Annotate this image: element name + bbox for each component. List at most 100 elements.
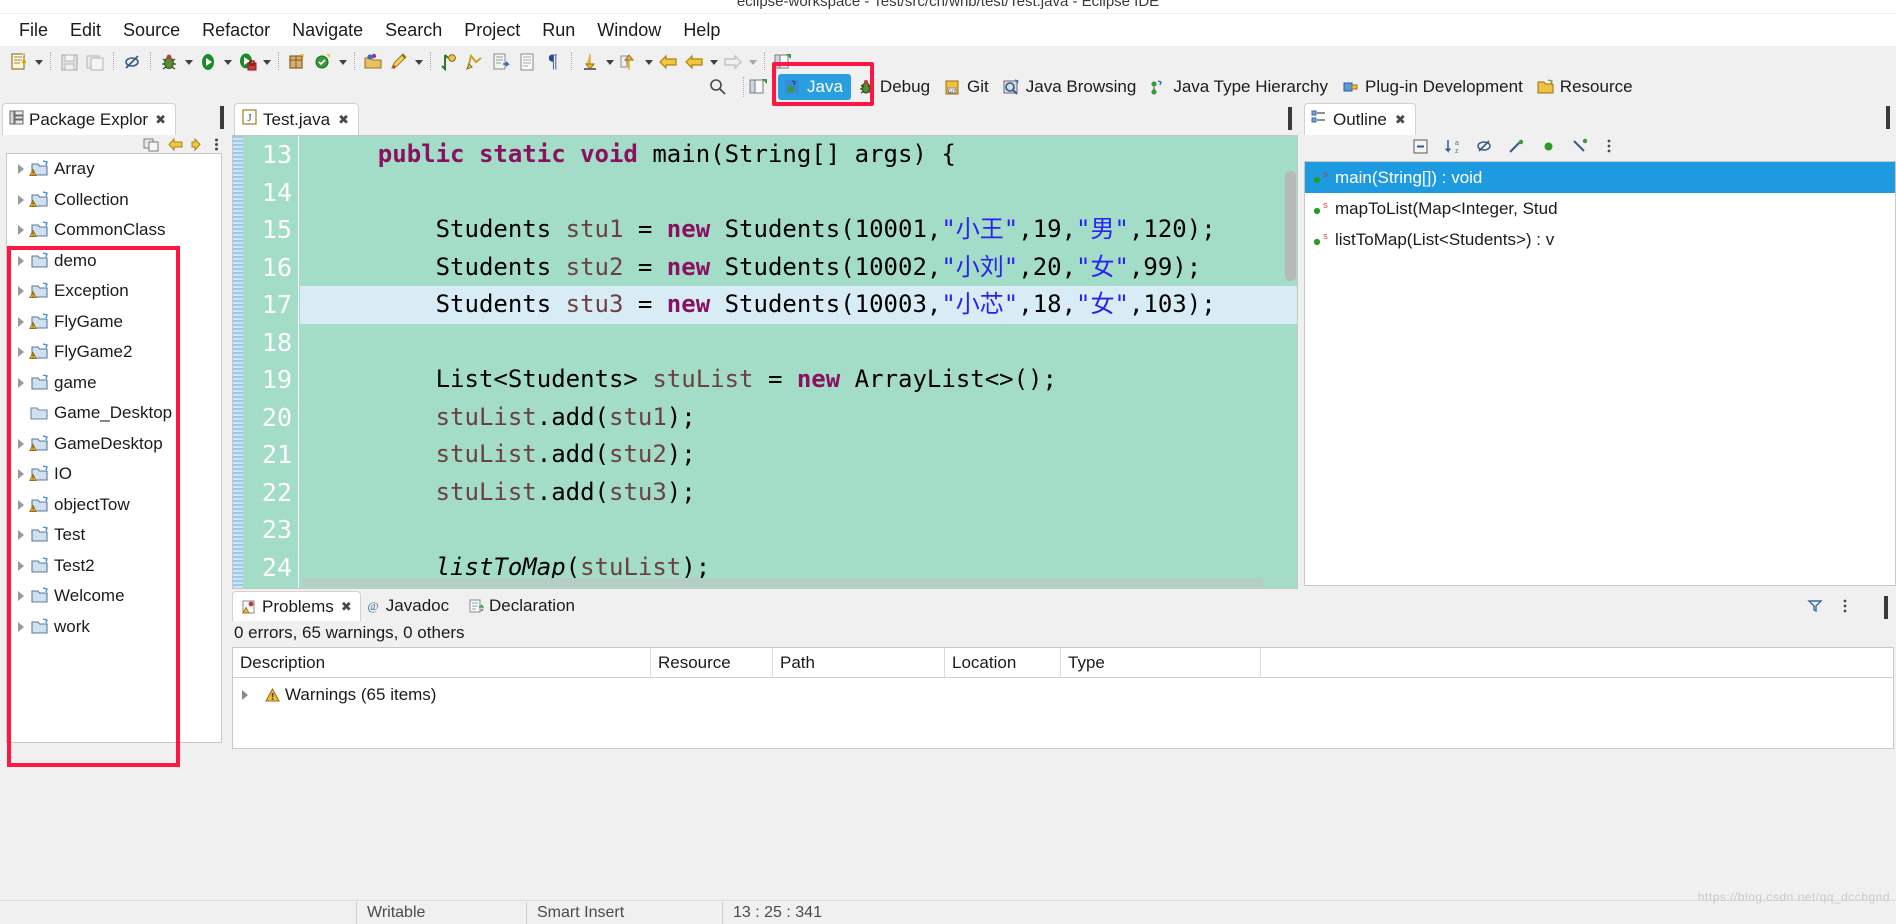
tree-item-test2[interactable]: Test2: [7, 551, 221, 582]
tree-item-game[interactable]: game: [7, 368, 221, 399]
hide-local-types-icon[interactable]: [1572, 138, 1589, 160]
tab-declaration[interactable]: Declaration: [460, 591, 583, 621]
view-menu-icon[interactable]: [1604, 137, 1614, 160]
column-header-description[interactable]: Description: [233, 647, 651, 678]
expand-twisty-icon[interactable]: [13, 375, 29, 391]
menu-help[interactable]: Help: [672, 18, 731, 43]
code-line[interactable]: [300, 324, 1297, 362]
code-line[interactable]: public static void main(String[] args) {: [300, 136, 1297, 174]
code-line[interactable]: List<Students> stuList = new ArrayList<>…: [300, 361, 1297, 399]
tree-item-exception[interactable]: Exception: [7, 276, 221, 307]
perspective-java-browsing[interactable]: Java Browsing: [997, 74, 1145, 100]
tab-javadoc[interactable]: @ Javadoc: [357, 591, 457, 621]
menu-project[interactable]: Project: [453, 18, 531, 43]
tree-item-io[interactable]: IO: [7, 459, 221, 490]
menu-search[interactable]: Search: [374, 18, 453, 43]
editor-horizontal-scrollbar[interactable]: [303, 578, 1263, 587]
open-perspective-icon[interactable]: [748, 76, 770, 98]
code-line[interactable]: stuList.add(stu1);: [300, 399, 1297, 437]
perspective-debug[interactable]: Debug: [851, 74, 938, 100]
expand-twisty-icon[interactable]: [13, 588, 29, 604]
tab-package-explorer[interactable]: Package Explor ✖: [2, 103, 176, 135]
outline-item-1[interactable]: Smain(String[]) : void: [1305, 162, 1895, 193]
perspective-java-type-hierarchy[interactable]: Java Type Hierarchy: [1144, 74, 1336, 100]
expand-twisty-icon[interactable]: [13, 497, 29, 513]
expand-twisty-icon[interactable]: [13, 466, 29, 482]
expand-twisty-icon[interactable]: [13, 283, 29, 299]
hide-fields-icon[interactable]: [1476, 138, 1493, 160]
tree-item-flygame2[interactable]: FlyGame2: [7, 337, 221, 368]
code-line[interactable]: stuList.add(stu2);: [300, 436, 1297, 474]
code-line[interactable]: [300, 174, 1297, 212]
tab-test-java[interactable]: J Test.java ✖: [234, 103, 359, 135]
tab-outline[interactable]: Outline ✖: [1304, 103, 1416, 135]
expand-twisty-icon[interactable]: [13, 527, 29, 543]
view-menu-icon[interactable]: [1840, 597, 1850, 620]
column-header-location[interactable]: Location: [945, 647, 1061, 678]
tree-item-collection[interactable]: Collection: [7, 185, 221, 216]
column-header-type[interactable]: Type: [1061, 647, 1261, 678]
expand-twisty-icon[interactable]: [13, 344, 29, 360]
editor-vertical-scrollbar[interactable]: [1285, 171, 1296, 281]
sort-icon[interactable]: az: [1444, 138, 1461, 160]
code-line[interactable]: Students stu1 = new Students(10001,"小王",…: [300, 211, 1297, 249]
hide-non-public-icon[interactable]: [1540, 138, 1557, 160]
expand-twisty-icon[interactable]: [13, 314, 29, 330]
expand-twisty-icon[interactable]: [13, 253, 29, 269]
expand-twisty-icon[interactable]: [13, 558, 29, 574]
close-icon[interactable]: ✖: [155, 112, 166, 128]
close-icon[interactable]: ✖: [338, 112, 349, 128]
menu-window[interactable]: Window: [586, 18, 672, 43]
column-header-resource[interactable]: Resource: [651, 647, 773, 678]
code-line[interactable]: Students stu2 = new Students(10002,"小刘",…: [300, 249, 1297, 287]
code-editor[interactable]: 13 14 15 16 17 18 19 20 21 22 23 24 public static v…: [232, 135, 1298, 589]
tree-item-flygame[interactable]: FlyGame: [7, 307, 221, 338]
outline-item-3[interactable]: SlistToMap(List<Students>) : v: [1305, 224, 1895, 255]
close-icon[interactable]: ✖: [341, 599, 352, 615]
menu-run[interactable]: Run: [531, 18, 586, 43]
expand-twisty-icon[interactable]: [13, 192, 29, 208]
tree-item-commonclass[interactable]: CommonClass: [7, 215, 221, 246]
outline-item-2[interactable]: SmapToList(Map<Integer, Stud: [1305, 193, 1895, 224]
tree-item-test[interactable]: Test: [7, 520, 221, 551]
code-line[interactable]: stuList.add(stu3);: [300, 474, 1297, 512]
perspective-resource[interactable]: Resource: [1531, 74, 1641, 100]
table-row[interactable]: Warnings (65 items): [233, 678, 1893, 712]
maximize-icon[interactable]: [1886, 106, 1890, 129]
tree-item-game-desktop[interactable]: Game_Desktop: [7, 398, 221, 429]
menu-edit[interactable]: Edit: [59, 18, 112, 43]
collapse-all-icon[interactable]: [1412, 138, 1429, 160]
code-line[interactable]: [300, 511, 1297, 549]
code-line[interactable]: Students stu3 = new Students(10003,"小芯",…: [300, 286, 1297, 324]
tree-item-work[interactable]: work: [7, 612, 221, 643]
expand-twisty-icon[interactable]: [13, 619, 29, 635]
perspective-git[interactable]: GIT Git: [938, 74, 997, 100]
tab-problems[interactable]: Problems ✖: [232, 591, 361, 621]
hide-static-icon[interactable]: [1508, 138, 1525, 160]
perspective-plug-in-development[interactable]: Plug-in Development: [1336, 74, 1531, 100]
maximize-icon[interactable]: [220, 106, 224, 129]
quick-access-search-icon[interactable]: [708, 77, 728, 97]
tree-item-array[interactable]: Array: [7, 154, 221, 185]
code-text[interactable]: public static void main(String[] args) {…: [300, 136, 1297, 588]
perspective-java[interactable]: Java: [778, 74, 851, 100]
tree-item-gamedesktop[interactable]: GameDesktop: [7, 429, 221, 460]
expand-twisty-icon[interactable]: [238, 688, 252, 702]
maximize-icon[interactable]: [1884, 595, 1888, 619]
expand-twisty-icon[interactable]: [13, 161, 29, 177]
filter-icon[interactable]: [1807, 598, 1823, 619]
outline-tree[interactable]: Smain(String[]) : void SmapToList(Map<Int…: [1304, 161, 1896, 586]
tree-item-objecttow[interactable]: objectTow: [7, 490, 221, 521]
column-header-path[interactable]: Path: [773, 647, 945, 678]
menu-refactor[interactable]: Refactor: [191, 18, 281, 43]
expand-twisty-icon[interactable]: [13, 222, 29, 238]
menu-source[interactable]: Source: [112, 18, 191, 43]
tree-item-demo[interactable]: demo: [7, 246, 221, 277]
expand-twisty-icon[interactable]: [13, 436, 29, 452]
menu-navigate[interactable]: Navigate: [281, 18, 374, 43]
tree-item-welcome[interactable]: Welcome: [7, 581, 221, 612]
problems-table[interactable]: Description Resource Path Location Type Warn…: [232, 647, 1894, 749]
package-explorer-tree[interactable]: Array Collection CommonClass demo Exception F…: [6, 153, 222, 743]
maximize-icon[interactable]: [1288, 107, 1292, 130]
menu-file[interactable]: File: [8, 18, 59, 43]
